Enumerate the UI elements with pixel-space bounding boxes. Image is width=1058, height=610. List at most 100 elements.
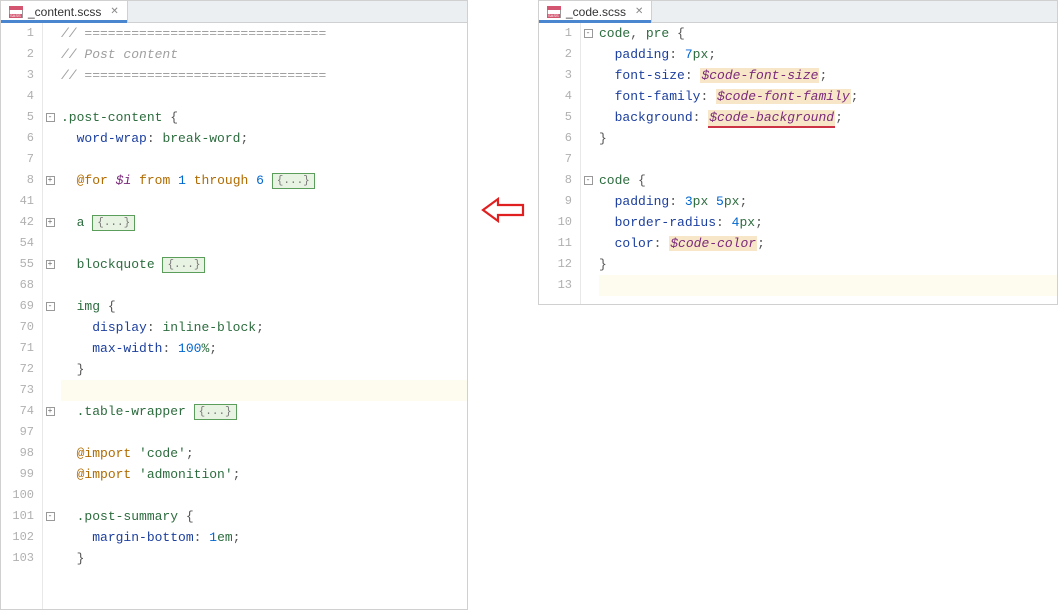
token: @import [77, 446, 132, 461]
code-line[interactable] [61, 275, 467, 296]
code-line[interactable]: margin-bottom: 1em; [61, 527, 467, 548]
line-number: 103 [1, 548, 34, 569]
token: word-wrap [77, 131, 147, 146]
token: px [739, 215, 755, 230]
token: background [615, 110, 693, 125]
whitespace [599, 47, 615, 62]
line-number: 1 [539, 23, 572, 44]
code-line[interactable] [599, 149, 1057, 170]
fold-expand-icon[interactable]: + [46, 407, 55, 416]
fold-gutter-cell[interactable]: - [581, 23, 595, 44]
fold-expand-icon[interactable]: + [46, 260, 55, 269]
fold-expand-icon[interactable]: + [46, 218, 55, 227]
fold-collapse-icon[interactable]: - [46, 113, 55, 122]
code-line[interactable]: @import 'admonition'; [61, 464, 467, 485]
code-line[interactable]: padding: 3px 5px; [599, 191, 1057, 212]
code-line[interactable] [61, 380, 467, 401]
code-line[interactable]: // =============================== [61, 23, 467, 44]
fold-gutter-cell[interactable]: - [581, 170, 595, 191]
code-line[interactable] [599, 275, 1057, 296]
line-number: 8 [539, 170, 572, 191]
code-line[interactable]: code, pre { [599, 23, 1057, 44]
code-line[interactable]: // Post content [61, 44, 467, 65]
close-icon[interactable]: ✕ [635, 6, 643, 17]
fold-gutter-cell [43, 128, 57, 149]
code-line[interactable]: a {...} [61, 212, 467, 233]
code-line[interactable] [61, 485, 467, 506]
fold-expand-icon[interactable]: + [46, 176, 55, 185]
fold-gutter-cell[interactable]: + [43, 254, 57, 275]
whitespace [61, 404, 77, 419]
code-line[interactable]: max-width: 100%; [61, 338, 467, 359]
whitespace [61, 173, 77, 188]
code-line[interactable] [61, 233, 467, 254]
line-number: 7 [539, 149, 572, 170]
fold-gutter-cell[interactable]: + [43, 401, 57, 422]
fold-collapse-icon[interactable]: - [46, 302, 55, 311]
token: border-radius [615, 215, 716, 230]
code-line[interactable]: } [599, 128, 1057, 149]
token: 3 [685, 194, 693, 209]
code-line[interactable]: .post-summary { [61, 506, 467, 527]
code-line[interactable] [61, 191, 467, 212]
fold-placeholder[interactable]: {...} [272, 173, 315, 189]
code-line[interactable]: } [599, 254, 1057, 275]
fold-gutter-cell[interactable]: - [43, 107, 57, 128]
fold-collapse-icon[interactable]: - [46, 512, 55, 521]
tab-content-scss[interactable]: SASS _content.scss ✕ [1, 1, 128, 22]
code-line[interactable]: // =============================== [61, 65, 467, 86]
code-line[interactable] [61, 149, 467, 170]
code-line[interactable]: @import 'code'; [61, 443, 467, 464]
token: px [724, 194, 740, 209]
code-line[interactable]: background: $code-background; [599, 107, 1057, 128]
code-line[interactable]: border-radius: 4px; [599, 212, 1057, 233]
fold-gutter-cell[interactable]: - [43, 296, 57, 317]
code-line[interactable]: .post-content { [61, 107, 467, 128]
code-line[interactable]: img { [61, 296, 467, 317]
fold-gutter-cell [581, 254, 595, 275]
code-area-right[interactable]: 12345678910111213 -- code, pre { padding… [539, 23, 1057, 304]
code-line[interactable]: blockquote {...} [61, 254, 467, 275]
fold-collapse-icon[interactable]: - [584, 176, 593, 185]
token: ; [186, 446, 194, 461]
code-line[interactable]: code { [599, 170, 1057, 191]
arrow-left-icon [478, 195, 528, 225]
token: $code-color [669, 236, 757, 251]
code-line[interactable]: @for $i from 1 through 6 {...} [61, 170, 467, 191]
code-line[interactable]: display: inline-block; [61, 317, 467, 338]
token: ; [209, 341, 217, 356]
code-content-left[interactable]: // ===============================// Pos… [57, 23, 467, 609]
code-line[interactable]: font-size: $code-font-size; [599, 65, 1057, 86]
code-line[interactable] [61, 422, 467, 443]
token: ; [233, 467, 241, 482]
code-line[interactable]: color: $code-color; [599, 233, 1057, 254]
whitespace [61, 131, 77, 146]
code-line[interactable]: font-family: $code-font-family; [599, 86, 1057, 107]
fold-gutter-cell[interactable]: - [43, 506, 57, 527]
token: through [194, 173, 249, 188]
token: margin-bottom [92, 530, 193, 545]
code-line[interactable]: word-wrap: break-word; [61, 128, 467, 149]
token: { [108, 299, 116, 314]
code-line[interactable]: } [61, 548, 467, 569]
line-number: 54 [1, 233, 34, 254]
code-line[interactable] [61, 86, 467, 107]
whitespace [170, 173, 178, 188]
fold-gutter-cell [581, 86, 595, 107]
tab-code-scss[interactable]: SASS _code.scss ✕ [539, 1, 652, 22]
fold-gutter-cell [581, 107, 595, 128]
code-line[interactable]: } [61, 359, 467, 380]
code-line[interactable]: .table-wrapper {...} [61, 401, 467, 422]
fold-gutter-cell[interactable]: + [43, 170, 57, 191]
code-line[interactable]: padding: 7px; [599, 44, 1057, 65]
fold-gutter-cell[interactable]: + [43, 212, 57, 233]
code-area-left[interactable]: 1234567841425455686970717273749798991001… [1, 23, 467, 609]
close-icon[interactable]: ✕ [110, 6, 118, 17]
fold-placeholder[interactable]: {...} [194, 404, 237, 420]
token: font-size [615, 68, 685, 83]
code-content-right[interactable]: code, pre { padding: 7px; font-size: $co… [595, 23, 1057, 304]
fold-collapse-icon[interactable]: - [584, 29, 593, 38]
fold-placeholder[interactable]: {...} [162, 257, 205, 273]
whitespace [599, 68, 615, 83]
fold-placeholder[interactable]: {...} [92, 215, 135, 231]
